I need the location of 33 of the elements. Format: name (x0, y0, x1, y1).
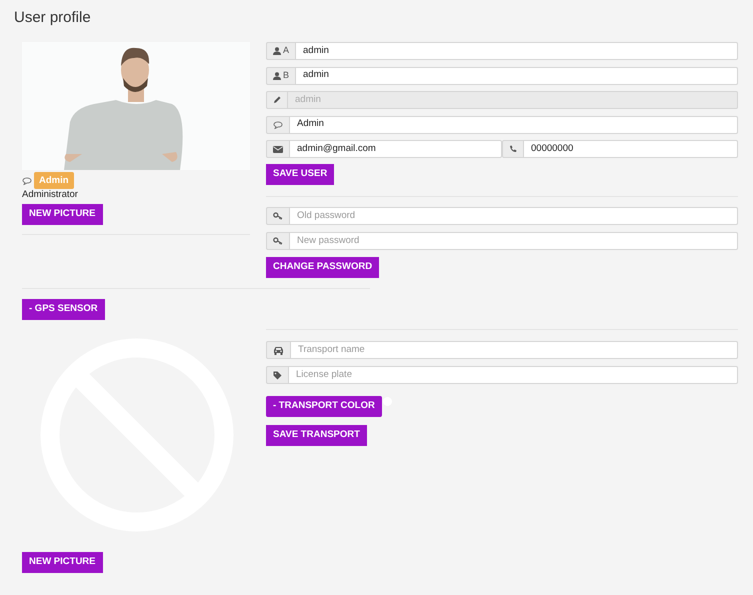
input-field[interactable]: Old password (290, 207, 738, 225)
role-badge: Admin (34, 172, 74, 189)
phone-icon (509, 145, 517, 153)
input-field[interactable]: 00000000 (524, 140, 738, 158)
addon-label: B (283, 68, 290, 82)
change-password-button[interactable]: CHANGE PASSWORD (266, 257, 380, 278)
car-icon (273, 346, 284, 354)
input-field[interactable]: License plate (289, 366, 738, 384)
transport-color-button[interactable]: - TRANSPORT COLOR (266, 396, 382, 417)
gps-sensor-button[interactable]: - GPS SENSOR (22, 299, 105, 320)
save-user-button[interactable]: SAVE USER (266, 164, 334, 185)
role-name: Administrator (22, 189, 79, 200)
speech-bubble-icon (22, 176, 32, 184)
page-title: User profile (13, 8, 92, 28)
input-field[interactable]: admin (296, 66, 738, 84)
pencil-icon (273, 96, 281, 104)
tag-icon (273, 370, 282, 380)
save-transport-button[interactable]: SAVE TRANSPORT (266, 425, 367, 446)
new-picture-button[interactable]: NEW PICTURE (22, 204, 102, 225)
key-icon (273, 237, 283, 245)
key-icon (273, 212, 283, 220)
input-field[interactable]: admin (296, 42, 738, 60)
addon-label: A (283, 44, 290, 58)
input-field[interactable]: admin@gmail.com (290, 140, 502, 158)
envelope-icon (273, 146, 283, 152)
input-field[interactable]: New password (290, 232, 738, 250)
color-swatch[interactable] (382, 397, 392, 406)
person-icon (273, 47, 281, 55)
new-picture-button[interactable]: NEW PICTURE (22, 552, 102, 573)
input-field[interactable]: Transport name (291, 341, 738, 359)
person-icon (273, 72, 281, 80)
speech-bubble-icon (273, 120, 283, 128)
input-field[interactable]: Admin (290, 116, 738, 134)
